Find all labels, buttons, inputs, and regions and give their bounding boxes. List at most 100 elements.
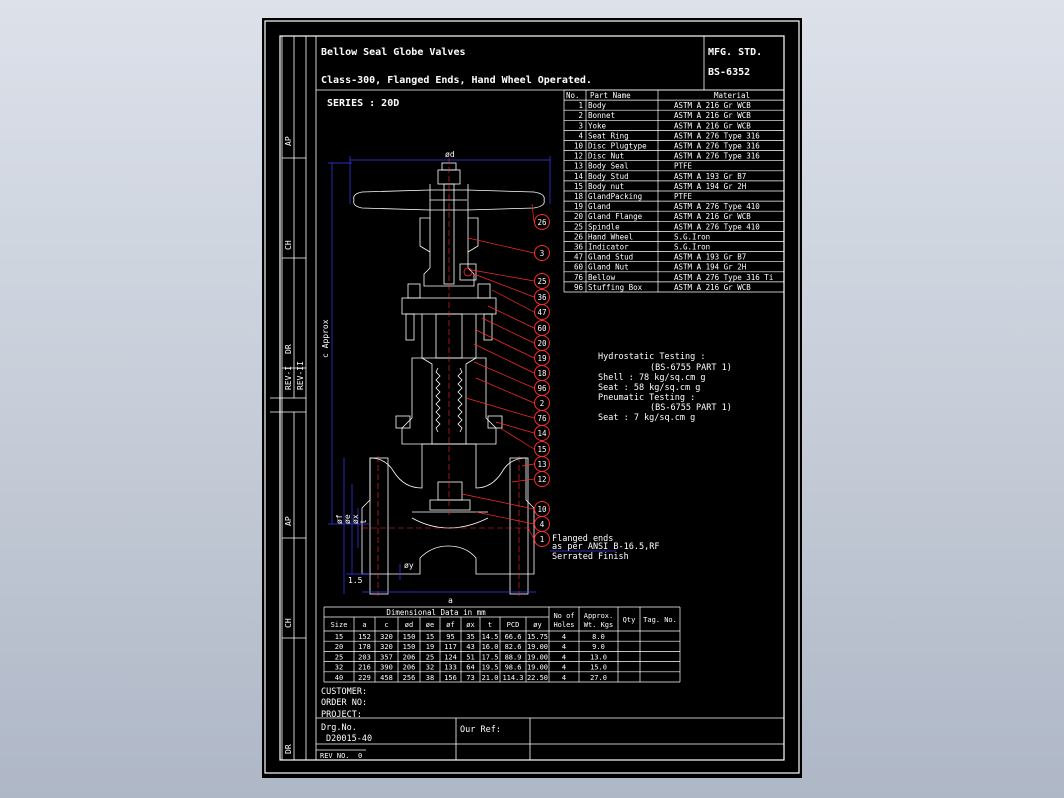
parts-cell-material: ASTM A 193 Gr B7 xyxy=(674,172,746,181)
dimension-cell: 15 xyxy=(426,633,434,641)
parts-cell-material: PTFE xyxy=(674,162,693,171)
dimension-cell: 4 xyxy=(562,664,566,672)
testing-notes: Hydrostatic Testing : (BS-6755 PART 1) S… xyxy=(598,352,732,423)
dimension-cell: 117 xyxy=(444,643,457,651)
project-label: PROJECT: xyxy=(321,710,362,720)
callout-label: 26 xyxy=(537,218,547,227)
callout-label: 14 xyxy=(537,429,547,438)
parts-cell-no: 25 xyxy=(574,222,583,231)
callout-leader xyxy=(475,511,535,525)
parts-cell-name: Body xyxy=(588,101,607,110)
our-ref-label: Our Ref: xyxy=(460,725,501,735)
dimension-header-cell: øe xyxy=(426,621,434,629)
parts-cell-no: 13 xyxy=(574,162,583,171)
series-label: SERIES : 20D xyxy=(327,98,399,109)
parts-cell-name: Spindle xyxy=(588,222,620,231)
dimension-cell: 14.5 xyxy=(482,633,499,641)
dimension-cell: 15.75 xyxy=(527,633,548,641)
shell-pressure: Shell : 78 kg/sq.cm g xyxy=(598,373,705,383)
callout-leader xyxy=(487,305,535,329)
customer-label: CUSTOMER: xyxy=(321,687,367,697)
parts-cell-material: ASTM A 276 Type 316 Ti xyxy=(674,273,773,282)
dimension-header-cell: øy xyxy=(533,621,541,629)
parts-cell-material: S.G.Iron xyxy=(674,232,710,241)
flange-note-3: Serrated Finish xyxy=(552,552,629,562)
footer-block: CUSTOMER: ORDER NO: PROJECT: Drg.No. D20… xyxy=(320,687,501,760)
dimension-cell: 124 xyxy=(444,653,457,661)
rev-label: REV NO. xyxy=(320,752,350,760)
callout-label: 47 xyxy=(537,308,546,317)
dimension-extra-header: Approx. xyxy=(584,612,614,620)
mfg-label: MFG. STD. xyxy=(708,47,762,58)
flange-note: Flanged ends as per ANSI B-16.5,RF Serra… xyxy=(552,534,659,562)
dimension-cell: 22.50 xyxy=(527,674,548,682)
callout-label: 25 xyxy=(537,277,546,286)
dimension-cell: 206 xyxy=(403,664,416,672)
dimension-header-cell: ød xyxy=(405,621,413,629)
parts-cell-material: S.G.Iron xyxy=(674,243,710,252)
callout-label: 4 xyxy=(540,520,545,529)
parts-cell-material: ASTM A 193 Gr B7 xyxy=(674,253,746,262)
callout-label: 3 xyxy=(540,249,545,258)
dim-a-label: a xyxy=(448,596,453,605)
dimension-cell: 51 xyxy=(466,653,474,661)
parts-header-cell: Material xyxy=(714,91,750,100)
callout-label: 2 xyxy=(540,399,545,408)
callout-label: 19 xyxy=(537,354,546,363)
dimension-cell: 21.0 xyxy=(482,674,499,682)
dimension-cell: 150 xyxy=(403,633,416,641)
callout-label: 12 xyxy=(537,475,546,484)
parts-cell-name: Body Stud xyxy=(588,172,629,181)
callout-leader xyxy=(491,289,535,313)
dimension-cell: 15 xyxy=(335,633,343,641)
dimension-extra-header: No of xyxy=(553,612,574,620)
callout-leader xyxy=(527,527,535,540)
drawing-canvas: AP CH DR REV-I REV-II AP CH DR Bellow Se… xyxy=(264,20,800,774)
callout-leader xyxy=(531,203,535,223)
parts-cell-name: Body nut xyxy=(588,182,624,191)
parts-cell-no: 76 xyxy=(574,273,584,282)
part-callouts: 26 3 25 36 47 60 20 19 18 96 2 76 14 15 13 12 10 4 1 xyxy=(461,203,550,547)
dim-c-label: c Approx xyxy=(321,319,330,358)
dimension-extra-header: Qty xyxy=(623,616,636,624)
callout-leader xyxy=(473,273,535,298)
dimension-cell: 98.6 xyxy=(505,664,522,672)
parts-cell-name: Gland Nut xyxy=(588,263,629,272)
dimension-cell: 4 xyxy=(562,633,566,641)
label-ap-2: AP xyxy=(284,516,293,526)
parts-header-cell: Part Name xyxy=(590,91,631,100)
callout-label: 60 xyxy=(537,324,547,333)
parts-cell-name: Disc Plugtype xyxy=(588,142,647,151)
dim-y-label: øy xyxy=(404,561,414,570)
callout-label: 1 xyxy=(540,535,545,544)
bellow-left xyxy=(435,367,441,433)
dimension-cell: 19.00 xyxy=(527,664,548,672)
label-dr-1: DR xyxy=(284,344,293,354)
callout-leader xyxy=(465,397,535,419)
dimension-cell: 82.6 xyxy=(505,643,522,651)
parts-cell-material: ASTM A 216 Gr WCB xyxy=(674,283,751,292)
callout-leader xyxy=(475,377,535,404)
callout-leader xyxy=(473,361,535,389)
parts-cell-no: 12 xyxy=(574,152,583,161)
parts-cell-no: 14 xyxy=(574,172,584,181)
dimension-cell: 150 xyxy=(403,643,416,651)
hydro-title: Hydrostatic Testing : xyxy=(598,352,705,362)
dimension-cell: 114.3 xyxy=(502,674,523,682)
callout-leader xyxy=(473,343,535,374)
dimension-cell: 4 xyxy=(562,674,566,682)
dimension-cell: 19.00 xyxy=(527,653,548,661)
dimension-cell: 17.5 xyxy=(482,653,499,661)
dimension-cell: 206 xyxy=(403,653,416,661)
parts-cell-name: GlandPacking xyxy=(588,192,642,201)
callout-label: 20 xyxy=(537,339,547,348)
dimension-cell: 40 xyxy=(335,674,343,682)
parts-table: No. Part Name Material 1 Body ASTM A 216 Gr W… xyxy=(563,89,785,293)
mfg-value: BS-6352 xyxy=(708,67,750,78)
dimension-cell: 19.00 xyxy=(527,643,548,651)
dimension-table: Dimensional Data in mm Size a c ød øe øf øx t PCD… xyxy=(323,606,681,683)
flange-note-2: as per ANSI B-16.5,RF xyxy=(552,542,659,552)
dimension-cell: 8.0 xyxy=(592,633,605,641)
dimension-cell: 13.0 xyxy=(590,653,607,661)
callout-label: 18 xyxy=(537,369,547,378)
